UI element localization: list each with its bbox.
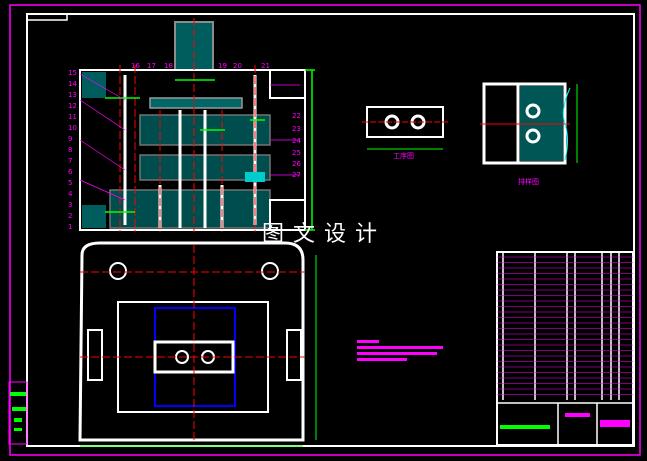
svg-text:14: 14 — [68, 80, 77, 88]
technical-notes — [357, 340, 443, 361]
svg-text:排样图: 排样图 — [518, 177, 539, 186]
svg-text:24: 24 — [292, 137, 301, 145]
svg-text:21: 21 — [261, 62, 270, 70]
svg-text:25: 25 — [292, 149, 301, 157]
plan-view — [78, 241, 317, 447]
svg-text:26: 26 — [292, 160, 301, 168]
svg-text:4: 4 — [68, 190, 73, 198]
svg-text:13: 13 — [68, 91, 77, 99]
svg-text:5: 5 — [68, 179, 72, 187]
part-labels-left: 15 14 13 12 11 10 9 8 7 6 5 4 3 2 1 — [68, 69, 77, 231]
title-block — [496, 251, 634, 446]
svg-text:16: 16 — [131, 62, 140, 70]
svg-text:15: 15 — [68, 69, 77, 77]
svg-text:27: 27 — [292, 171, 301, 179]
svg-text:工序图: 工序图 — [393, 151, 414, 160]
svg-text:12: 12 — [68, 102, 77, 110]
svg-text:18: 18 — [164, 62, 173, 70]
svg-text:3: 3 — [68, 201, 72, 209]
main-section-view: 15 14 13 12 11 10 9 8 7 6 5 4 3 2 1 16 17 18 19 2… — [68, 18, 315, 232]
part-view: 工序图 — [362, 106, 448, 160]
svg-text:9: 9 — [68, 135, 72, 143]
svg-text:19: 19 — [218, 62, 227, 70]
spring — [245, 172, 265, 182]
svg-text:22: 22 — [292, 112, 301, 120]
svg-text:10: 10 — [68, 124, 77, 132]
part-labels-right: 22 23 24 25 26 27 — [292, 112, 301, 179]
svg-text:2: 2 — [68, 212, 72, 220]
svg-text:7: 7 — [68, 157, 72, 165]
svg-text:20: 20 — [233, 62, 242, 70]
svg-text:6: 6 — [68, 168, 73, 176]
watermark: 图文设计 — [262, 222, 387, 247]
strip-layout-view: 排样图 — [480, 82, 578, 186]
svg-text:23: 23 — [292, 125, 301, 133]
svg-text:1: 1 — [68, 223, 72, 231]
revision-strip — [8, 381, 28, 445]
svg-text:8: 8 — [68, 146, 72, 154]
svg-text:11: 11 — [68, 113, 77, 121]
svg-text:17: 17 — [147, 62, 156, 70]
